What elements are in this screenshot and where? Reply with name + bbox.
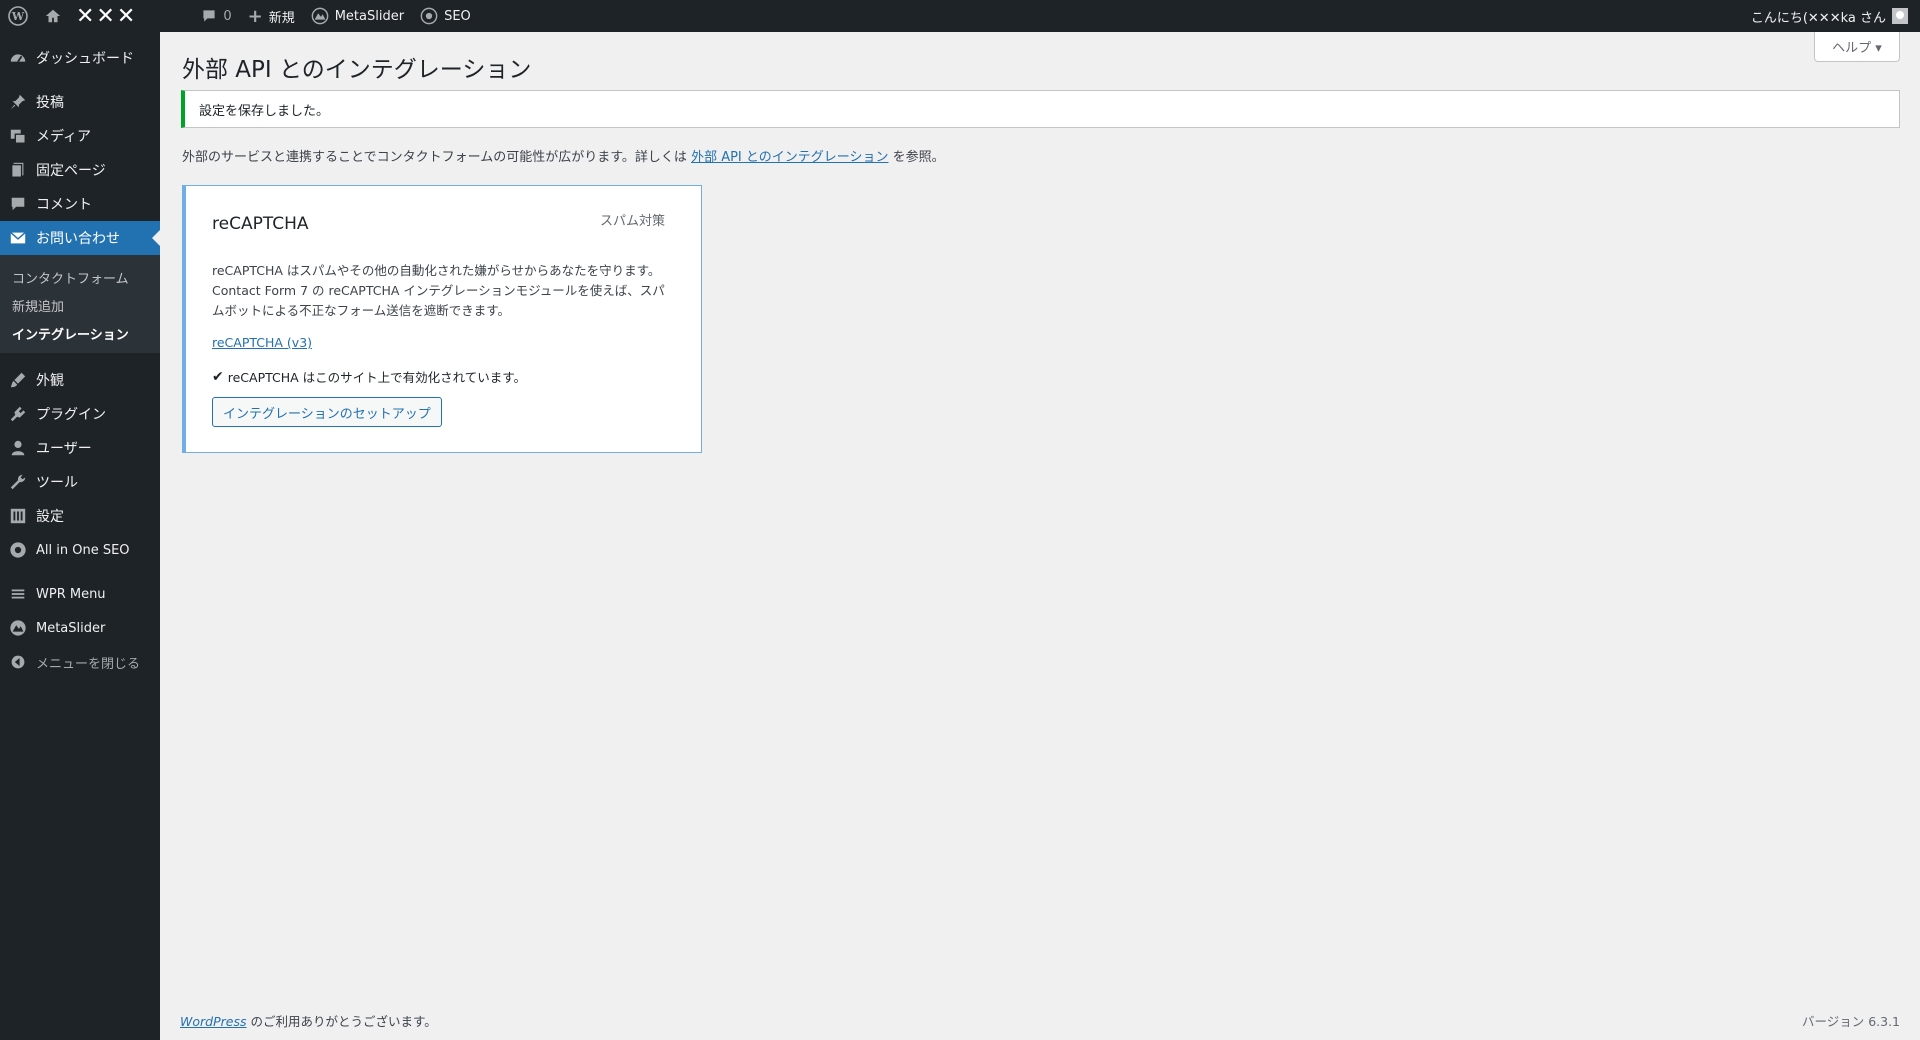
pages-icon	[8, 160, 28, 180]
comment-icon	[8, 194, 28, 214]
sidebar-label-plugins: プラグイン	[36, 407, 106, 423]
sidebar-label-wpr-menu: WPR Menu	[36, 586, 106, 602]
sidebar-label-media: メディア	[36, 129, 92, 145]
checkmark-icon: ✔	[212, 368, 224, 385]
footer-thanks-text: のご利用ありがとうございます。	[246, 1014, 437, 1029]
card-category: スパム対策	[599, 214, 665, 229]
metaslider-icon	[311, 7, 329, 25]
sidebar-label-settings: 設定	[36, 509, 64, 525]
collapse-menu-button[interactable]: メニューを閉じる	[0, 645, 160, 679]
footer-version: バージョン 6.3.1	[1801, 1014, 1900, 1029]
svg-text:W: W	[11, 10, 25, 23]
sidebar-label-posts: 投稿	[36, 95, 64, 111]
sidebar-label-collapse: メニューを閉じる	[36, 656, 141, 672]
comment-bubble-icon	[201, 8, 217, 24]
pushpin-icon	[8, 92, 28, 112]
paintbrush-icon	[8, 370, 28, 390]
sidebar-item-metaslider[interactable]: MetaSlider	[0, 611, 160, 645]
sidebar-label-comments: コメント	[36, 197, 92, 213]
page-title: 外部 API とのインテグレーション	[182, 57, 532, 83]
seo-link[interactable]: SEO	[412, 0, 479, 32]
card-title: reCAPTCHA	[212, 214, 309, 234]
contact-submenu: コンタクトフォーム 新規追加 インテグレーション	[0, 255, 160, 353]
success-notice: 設定を保存しました。	[181, 90, 1900, 128]
sidebar-item-users[interactable]: ユーザー	[0, 431, 160, 465]
comments-count: 0	[223, 8, 232, 24]
card-description: reCAPTCHA はスパムやその他の自動化された嫌がらせからあなたを守ります。…	[212, 263, 665, 318]
sidebar-label-metaslider: MetaSlider	[36, 620, 106, 636]
new-label: 新規	[268, 10, 295, 26]
sidebar-item-contact[interactable]: お問い合わせ	[0, 221, 160, 255]
admin-sidebar: ダッシュボード 投稿 メディア 固定ページ コメント お問い合わせ コンタクトフ…	[0, 32, 160, 1040]
sidebar-label-dashboard: ダッシュボード	[36, 51, 134, 67]
sidebar-item-comments[interactable]: コメント	[0, 187, 160, 221]
sidebar-label-contact: お問い合わせ	[36, 231, 120, 247]
sidebar-item-dashboard[interactable]: ダッシュボード	[0, 41, 160, 75]
metaslider-label: MetaSlider	[334, 8, 405, 24]
sidebar-item-media[interactable]: メディア	[0, 119, 160, 153]
sidebar-label-appearance: 外観	[36, 373, 64, 389]
recaptcha-v3-link[interactable]: reCAPTCHA (v3)	[212, 335, 312, 350]
sidebar-item-pages[interactable]: 固定ページ	[0, 153, 160, 187]
aioseo-icon	[8, 540, 28, 560]
wrench-icon	[8, 472, 28, 492]
plus-icon: +	[247, 5, 263, 27]
card-status: ✔ reCAPTCHA はこのサイト上で有効化されています。	[212, 367, 526, 386]
intro-paragraph: 外部のサービスと連携することでコンタクトフォームの可能性が広がります。詳しくは …	[182, 146, 945, 165]
setup-integration-button[interactable]: インテグレーションのセットアップ	[212, 397, 442, 427]
wordpress-link[interactable]: WordPress	[180, 1014, 246, 1029]
submenu-item-integration[interactable]: インテグレーション	[0, 319, 160, 347]
sidebar-label-aioseo: All in One SEO	[36, 542, 130, 558]
sidebar-label-users: ユーザー	[36, 441, 92, 457]
sidebar-item-appearance[interactable]: 外観	[0, 363, 160, 397]
intro-text-before: 外部のサービスと連携することでコンタクトフォームの可能性が広がります。詳しくは	[182, 150, 687, 165]
seo-gear-icon	[420, 7, 438, 25]
account-menu[interactable]: こんにち(✕✕✕ka さん	[1751, 0, 1920, 32]
hamburger-menu-icon	[8, 584, 28, 604]
card-status-text: reCAPTCHA はこのサイト上で有効化されています。	[227, 370, 527, 385]
seo-label: SEO	[444, 8, 471, 24]
submenu-item-contact-forms[interactable]: コンタクトフォーム	[0, 263, 160, 291]
sidebar-item-aioseo[interactable]: All in One SEO	[0, 533, 160, 567]
main-content: ヘルプ ▾ 外部 API とのインテグレーション 設定を保存しました。 外部のサ…	[160, 32, 1920, 1040]
sidebar-label-pages: 固定ページ	[36, 163, 106, 179]
home-icon[interactable]	[36, 0, 70, 32]
metaslider-icon	[8, 618, 28, 638]
dashboard-gauge-icon	[8, 48, 28, 68]
envelope-icon	[8, 228, 28, 248]
help-tab-button[interactable]: ヘルプ ▾	[1814, 32, 1900, 62]
plugin-icon	[8, 404, 28, 424]
notice-text: 設定を保存しました。	[199, 103, 330, 119]
wordpress-logo-icon[interactable]: W	[0, 0, 36, 32]
site-name[interactable]: ✕✕✕	[70, 0, 143, 32]
sidebar-item-tools[interactable]: ツール	[0, 465, 160, 499]
comments-link[interactable]: 0	[193, 0, 239, 32]
sidebar-item-wpr-menu[interactable]: WPR Menu	[0, 577, 160, 611]
sidebar-item-plugins[interactable]: プラグイン	[0, 397, 160, 431]
sidebar-item-settings[interactable]: 設定	[0, 499, 160, 533]
settings-sliders-icon	[8, 506, 28, 526]
sidebar-label-tools: ツール	[36, 475, 78, 491]
collapse-arrow-icon	[8, 652, 28, 672]
integration-doc-link[interactable]: 外部 API とのインテグレーション	[691, 150, 888, 165]
footer-thanks: WordPress のご利用ありがとうございます。	[180, 1011, 437, 1030]
avatar	[1892, 8, 1908, 24]
recaptcha-card: reCAPTCHA スパム対策 reCAPTCHA はスパムやその他の自動化され…	[182, 185, 702, 453]
intro-text-after: を参照。	[892, 150, 945, 165]
greeting-text: こんにち(✕✕✕ka さん	[1750, 10, 1886, 26]
metaslider-link[interactable]: MetaSlider	[303, 0, 412, 32]
new-content-link[interactable]: + 新規	[240, 0, 303, 32]
sidebar-item-posts[interactable]: 投稿	[0, 85, 160, 119]
user-icon	[8, 438, 28, 458]
admin-bar: W ✕✕✕ 0 + 新規 MetaSlider SEO こんにち(✕✕✕ka さ…	[0, 0, 1920, 32]
submenu-item-add-new[interactable]: 新規追加	[0, 291, 160, 319]
media-icon	[8, 126, 28, 146]
